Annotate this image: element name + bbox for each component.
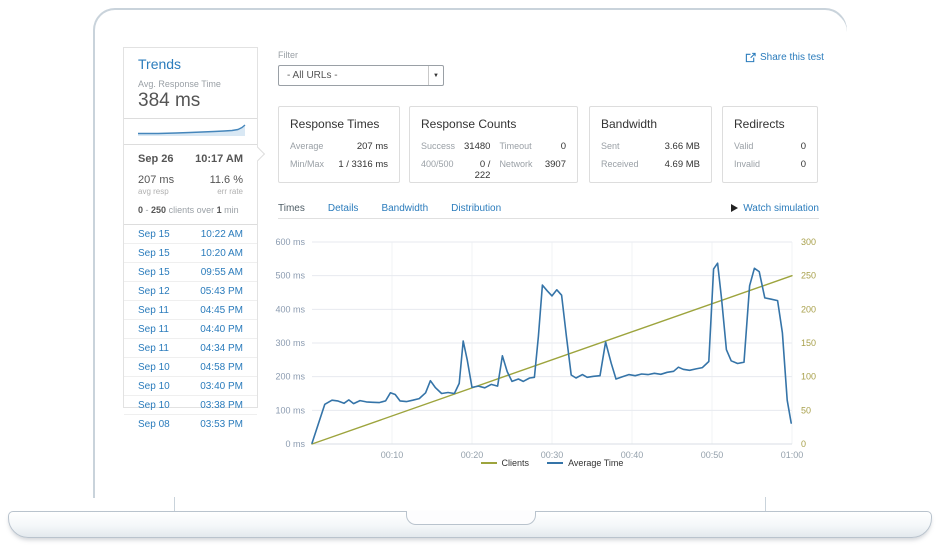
- stat-value: 207 ms: [324, 141, 388, 152]
- watch-simulation-label: Watch simulation: [743, 203, 819, 214]
- avg-response-time-label: Avg. Response Time: [138, 79, 243, 89]
- selected-run-err: 11.6 %: [210, 174, 243, 186]
- play-icon: [731, 204, 738, 212]
- stat-value: 0: [760, 141, 806, 152]
- legend-clients: Clients: [481, 458, 530, 468]
- stat-value: 3907: [541, 159, 566, 181]
- filter-label: Filter: [278, 50, 298, 60]
- run-item[interactable]: Sep 1104:45 PM: [124, 301, 257, 320]
- stat-label: Invalid: [734, 159, 760, 170]
- tab-bandwidth[interactable]: Bandwidth: [381, 203, 428, 214]
- legend-label: Average Time: [568, 458, 623, 468]
- card-title: Response Times: [290, 117, 388, 131]
- run-item[interactable]: Sep 1509:55 AM: [124, 263, 257, 282]
- trend-sparkline: [124, 121, 259, 137]
- laptop-notch: [406, 511, 536, 525]
- svg-text:300 ms: 300 ms: [275, 338, 305, 348]
- average-time-line-swatch: [547, 462, 563, 464]
- run-item[interactable]: Sep 1510:22 AM: [124, 225, 257, 244]
- stat-label: Min/Max: [290, 159, 324, 170]
- stat-label: Timeout: [499, 141, 532, 152]
- svg-text:500 ms: 500 ms: [275, 271, 305, 281]
- svg-text:100 ms: 100 ms: [275, 405, 305, 415]
- stat-label: Success: [421, 141, 455, 152]
- card-title: Response Counts: [421, 117, 566, 131]
- filter-selected-value: - All URLs -: [287, 70, 338, 81]
- svg-text:600 ms: 600 ms: [275, 237, 305, 247]
- laptop-base: [8, 511, 932, 538]
- run-item[interactable]: Sep 1510:20 AM: [124, 244, 257, 263]
- svg-text:100: 100: [801, 372, 816, 382]
- svg-text:200: 200: [801, 304, 816, 314]
- share-icon: [745, 52, 756, 63]
- svg-text:50: 50: [801, 405, 811, 415]
- page: Trends Avg. Response Time 384 ms Sep 26 …: [0, 0, 941, 546]
- trends-sidebar: Trends Avg. Response Time 384 ms Sep 26 …: [123, 47, 258, 408]
- stat-label: Network: [499, 159, 532, 181]
- chevron-down-icon: ▼: [433, 73, 439, 79]
- tab-times[interactable]: Times: [278, 203, 305, 214]
- stat-label: 400/500: [421, 159, 455, 181]
- stat-value: 0 / 222: [464, 159, 490, 181]
- selected-run-avg: 207 ms: [138, 174, 174, 186]
- stat-value: 3.66 MB: [639, 141, 700, 152]
- svg-text:300: 300: [801, 237, 816, 247]
- card-title: Bandwidth: [601, 117, 700, 131]
- card-bandwidth: Bandwidth Sent 3.66 MB Received 4.69 MB: [589, 106, 712, 183]
- run-item[interactable]: Sep 1205:43 PM: [124, 282, 257, 301]
- selected-run-pointer: [251, 147, 265, 161]
- stat-label: Valid: [734, 141, 760, 152]
- run-item[interactable]: Sep 1003:40 PM: [124, 377, 257, 396]
- avg-response-time-value: 384 ms: [138, 90, 243, 118]
- clients-summary: 0 - 250 clients over 1 min: [138, 205, 243, 215]
- chart-tabs: Times Details Bandwidth Distribution Wat…: [278, 198, 819, 219]
- share-label: Share this test: [760, 52, 824, 63]
- svg-text:150: 150: [801, 338, 816, 348]
- svg-text:0: 0: [801, 439, 806, 449]
- run-item[interactable]: Sep 1003:38 PM: [124, 396, 257, 415]
- selected-run-time: 10:17 AM: [195, 153, 243, 165]
- legend-label: Clients: [502, 458, 530, 468]
- svg-text:400 ms: 400 ms: [275, 304, 305, 314]
- app-screen: Trends Avg. Response Time 384 ms Sep 26 …: [97, 12, 847, 498]
- stat-value: 0: [760, 159, 806, 170]
- svg-text:250: 250: [801, 271, 816, 281]
- laptop-bezel: Trends Avg. Response Time 384 ms Sep 26 …: [93, 8, 847, 498]
- legend-average-time: Average Time: [547, 458, 623, 468]
- stat-label: Sent: [601, 141, 639, 152]
- sidebar-title: Trends: [138, 56, 243, 72]
- run-item[interactable]: Sep 1004:58 PM: [124, 358, 257, 377]
- select-caret-box: ▼: [428, 66, 443, 85]
- avg-resp-label: avg resp: [138, 187, 169, 196]
- run-item[interactable]: Sep 1104:34 PM: [124, 339, 257, 358]
- stat-value: 31480: [464, 141, 490, 152]
- stat-value: 4.69 MB: [639, 159, 700, 170]
- tab-distribution[interactable]: Distribution: [451, 203, 501, 214]
- card-response-counts: Response Counts Success 31480 Timeout 0 …: [409, 106, 578, 183]
- stat-value: 1 / 3316 ms: [324, 159, 388, 170]
- card-redirects: Redirects Valid 0 Invalid 0: [722, 106, 818, 183]
- chart-legend: Clients Average Time: [312, 458, 792, 468]
- svg-text:200 ms: 200 ms: [275, 372, 305, 382]
- watch-simulation-link[interactable]: Watch simulation: [731, 203, 819, 214]
- run-history-list: Sep 1510:22 AM Sep 1510:20 AM Sep 1509:5…: [124, 225, 257, 434]
- svg-text:0 ms: 0 ms: [285, 439, 305, 449]
- card-response-times: Response Times Average 207 ms Min/Max 1 …: [278, 106, 400, 183]
- selected-run[interactable]: Sep 26 10:17 AM 207 ms 11.6 % avg resp e…: [124, 144, 257, 225]
- url-filter-select[interactable]: - All URLs - ▼: [278, 65, 444, 86]
- selected-run-date: Sep 26: [138, 153, 173, 165]
- card-title: Redirects: [734, 117, 806, 131]
- share-test-link[interactable]: Share this test: [745, 52, 824, 63]
- stat-label: Average: [290, 141, 324, 152]
- err-rate-label: err rate: [217, 187, 243, 196]
- run-item[interactable]: Sep 0803:53 PM: [124, 415, 257, 434]
- run-item[interactable]: Sep 1104:40 PM: [124, 320, 257, 339]
- stat-label: Received: [601, 159, 639, 170]
- clients-line-swatch: [481, 462, 497, 464]
- stat-value: 0: [541, 141, 566, 152]
- response-time-chart: 00:1000:2000:3000:4000:5001:000 ms100 ms…: [257, 226, 829, 462]
- tab-details[interactable]: Details: [328, 203, 359, 214]
